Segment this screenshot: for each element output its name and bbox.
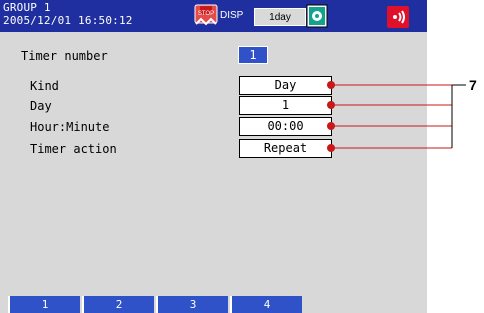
- callout-dot-kind: [327, 81, 335, 89]
- instrument-screen: GROUP 1 2005/12/01 16:50:12 STOP DISP 1d…: [0, 0, 427, 313]
- display-interval[interactable]: 1day: [254, 8, 306, 26]
- callout-number: 7: [469, 77, 477, 93]
- timer-action-field[interactable]: Repeat: [239, 139, 332, 158]
- softkey-bar: 1 2 3 4: [8, 296, 427, 313]
- hour-minute-field[interactable]: 00:00: [239, 117, 332, 136]
- day-field[interactable]: 1: [239, 96, 332, 115]
- callout-dot-timer-action: [327, 144, 335, 152]
- timer-number-label: Timer number: [21, 49, 108, 63]
- hour-minute-label: Hour:Minute: [30, 120, 110, 134]
- softkey-1[interactable]: 1: [8, 296, 80, 313]
- alarm-signal-icon: [393, 10, 405, 24]
- status-bar: GROUP 1 2005/12/01 16:50:12 STOP DISP 1d…: [0, 0, 427, 32]
- softkey-3[interactable]: 3: [156, 296, 228, 313]
- group-name: GROUP 1: [3, 1, 51, 14]
- alarm-icon: [387, 6, 409, 28]
- media-icon: [306, 4, 328, 28]
- kind-label: Kind: [30, 79, 59, 93]
- callout-dot-hour-minute: [327, 122, 335, 130]
- display-mode-label: DISP: [220, 10, 244, 21]
- timer-number-field[interactable]: 1: [238, 46, 268, 64]
- softkey-4[interactable]: 4: [230, 296, 302, 313]
- softkey-2[interactable]: 2: [82, 296, 154, 313]
- stop-icon: STOP: [194, 4, 218, 26]
- kind-field[interactable]: Day: [239, 76, 332, 95]
- timer-action-label: Timer action: [30, 142, 117, 156]
- date-time: 2005/12/01 16:50:12: [3, 14, 133, 27]
- svg-text:STOP: STOP: [198, 11, 214, 17]
- day-label: Day: [30, 99, 52, 113]
- callout-dot-day: [327, 101, 335, 109]
